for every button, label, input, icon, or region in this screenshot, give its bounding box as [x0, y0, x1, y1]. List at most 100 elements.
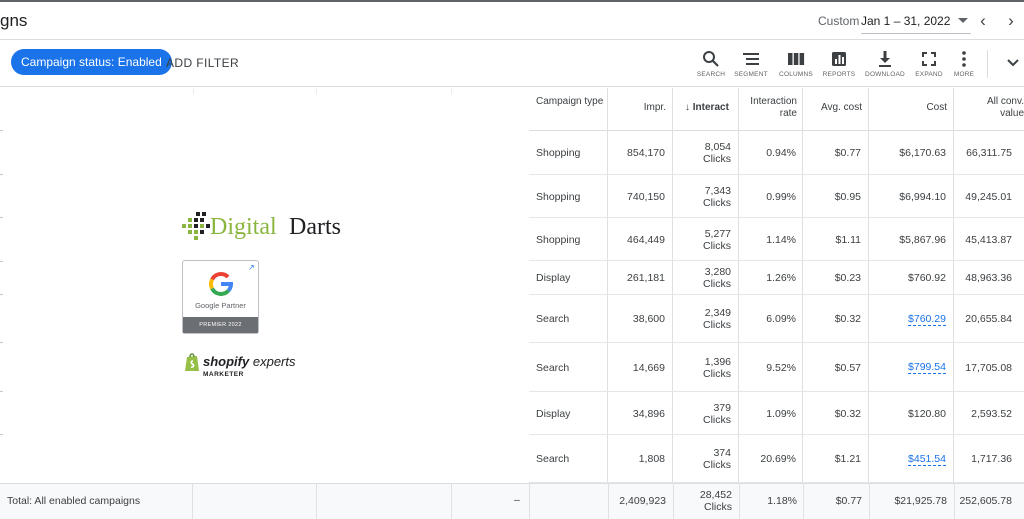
external-link-icon: ↗	[248, 263, 255, 272]
row-tick	[0, 217, 3, 218]
toolbar-segment-button[interactable]: SEGMENT	[729, 49, 773, 81]
row-divider	[529, 294, 1024, 295]
column-header-campaign-type[interactable]: Campaign type	[529, 88, 608, 131]
table-cell-conv: 17,705.08	[965, 361, 1012, 374]
table-cell-inter: 8,054 Clicks	[673, 131, 739, 175]
table-cell-conv: 20,655.84	[965, 313, 1012, 325]
page-title: gns	[0, 11, 28, 30]
totals-interactions: 28,452 Clicks	[699, 489, 732, 513]
next-period-icon[interactable]: ›	[1003, 12, 1019, 30]
logo-word-digital: Digital	[210, 214, 277, 240]
totals-divider	[803, 483, 804, 519]
totals-avg-cost: $0.77	[835, 495, 862, 507]
totals-cost: $21,925.78	[894, 495, 947, 507]
row-divider	[529, 482, 1024, 483]
column-header-impressions[interactable]: Impr.	[608, 88, 673, 131]
row-divider	[529, 342, 1024, 343]
campaign-table: Campaign type Impr. ↓ Interact Interacti…	[529, 88, 1024, 519]
table-cell-avg: $0.57	[803, 343, 869, 392]
table-cell-impr: 854,170	[608, 131, 673, 175]
table-cell-rate: 1.09%	[739, 392, 803, 435]
row-tick	[0, 391, 3, 392]
date-range-picker[interactable]: Jan 1 – 31, 2022	[861, 14, 950, 28]
table-cell-impr: 464,449	[608, 218, 673, 261]
table-cell-conv: 2,593.52	[971, 407, 1012, 420]
toolbar-more-button[interactable]: MORE	[942, 49, 986, 81]
table-cell-rate: 0.99%	[739, 175, 803, 218]
table-cell-avg: $0.77	[803, 131, 869, 175]
cost-link[interactable]: $760.29	[908, 313, 946, 326]
column-header-all-conv-value[interactable]: All conv. value	[954, 88, 1024, 131]
google-partner-label: Google Partner	[195, 301, 246, 310]
totals-divider	[954, 483, 955, 519]
row-tick	[0, 294, 3, 295]
row-divider	[529, 434, 1024, 435]
row-tick	[0, 130, 3, 131]
toolbar-columns-button[interactable]: COLUMNS	[774, 49, 818, 81]
table-cell-cost: $799.54	[869, 343, 954, 392]
cost-link[interactable]: $451.54	[908, 453, 946, 466]
cost-link[interactable]: $799.54	[908, 361, 946, 374]
table-cell-avg: $1.21	[803, 435, 869, 483]
table-cell-rate: 9.52%	[739, 343, 803, 392]
table-cell-type: Shopping	[529, 175, 608, 218]
shopify-experts-text: shopify experts	[203, 354, 296, 369]
column-header-avg-cost[interactable]: Avg. cost	[803, 88, 869, 131]
campaign-status-filter-chip[interactable]: Campaign status: Enabled	[11, 49, 172, 75]
row-tick	[0, 174, 3, 175]
google-partner-badge: ↗ Google Partner PREMIER 2022	[182, 260, 259, 334]
row-tick	[0, 434, 3, 435]
table-cell-inter: 7,343 Clicks	[673, 175, 739, 218]
table-cell-impr: 1,808	[608, 435, 673, 483]
table-cell-cost: $760.29	[869, 295, 954, 343]
table-cell-rate: 6.09%	[739, 295, 803, 343]
campaign-name-pane	[0, 88, 529, 483]
totals-divider	[192, 483, 193, 519]
table-cell-inter: 374 Clicks	[673, 435, 739, 483]
table-cell-cost: $6,170.63	[869, 131, 954, 175]
previous-period-icon[interactable]: ‹	[975, 12, 991, 30]
column-guide	[193, 88, 194, 94]
totals-interaction-rate: 1.18%	[767, 495, 797, 507]
totals-divider	[316, 483, 317, 519]
totals-label: Total: All enabled campaigns	[7, 495, 141, 507]
table-cell-cost: $451.54	[869, 435, 954, 483]
row-tick	[0, 342, 3, 343]
digital-darts-logo: Digital Darts	[182, 211, 362, 245]
column-guide	[316, 88, 317, 94]
totals-row: Total: All enabled campaigns – 2,409,923…	[0, 483, 1024, 519]
table-cell-rate: 1.26%	[739, 261, 803, 295]
google-g-icon	[209, 272, 234, 296]
totals-divider	[869, 483, 870, 519]
table-cell-cost: $6,994.10	[869, 175, 954, 218]
more-icon	[962, 51, 966, 67]
table-cell-type: Search	[529, 295, 608, 343]
date-dropdown-caret-icon[interactable]	[958, 18, 968, 23]
column-header-interactions-sorted[interactable]: ↓ Interact	[673, 88, 739, 131]
toolbar-download-button[interactable]: DOWNLOAD	[863, 49, 907, 81]
totals-divider	[739, 483, 740, 519]
date-range-underline	[861, 33, 971, 34]
totals-divider	[529, 483, 530, 519]
totals-divider	[673, 483, 674, 519]
table-cell-cost: $120.80	[869, 392, 954, 435]
table-cell-conv: 66,311.75	[966, 147, 1012, 159]
table-cell-avg: $0.95	[803, 175, 869, 218]
shopify-marketer-label: MARKETER	[203, 371, 244, 378]
table-cell-impr: 261,181	[608, 261, 673, 295]
toolbar-reports-button[interactable]: REPORTS	[817, 49, 861, 81]
column-header-cost[interactable]: Cost	[869, 88, 954, 131]
table-cell-type: Display	[529, 261, 608, 295]
shopify-experts-logo: shopify experts MARKETER	[184, 352, 304, 382]
toolbar-search-button[interactable]: SEARCH	[689, 49, 733, 81]
chevron-down-icon[interactable]	[1006, 57, 1020, 69]
column-header-interaction-rate[interactable]: Interaction rate	[739, 88, 803, 131]
totals-divider	[608, 483, 609, 519]
download-icon	[879, 51, 891, 67]
table-cell-inter: 2,349 Clicks	[673, 295, 739, 343]
add-filter-button[interactable]: ADD FILTER	[166, 56, 239, 70]
totals-divider	[451, 483, 452, 519]
sort-arrow-down-icon: ↓	[685, 102, 693, 113]
table-cell-inter: 5,277 Clicks	[673, 218, 739, 261]
table-cell-impr: 14,669	[608, 343, 673, 392]
